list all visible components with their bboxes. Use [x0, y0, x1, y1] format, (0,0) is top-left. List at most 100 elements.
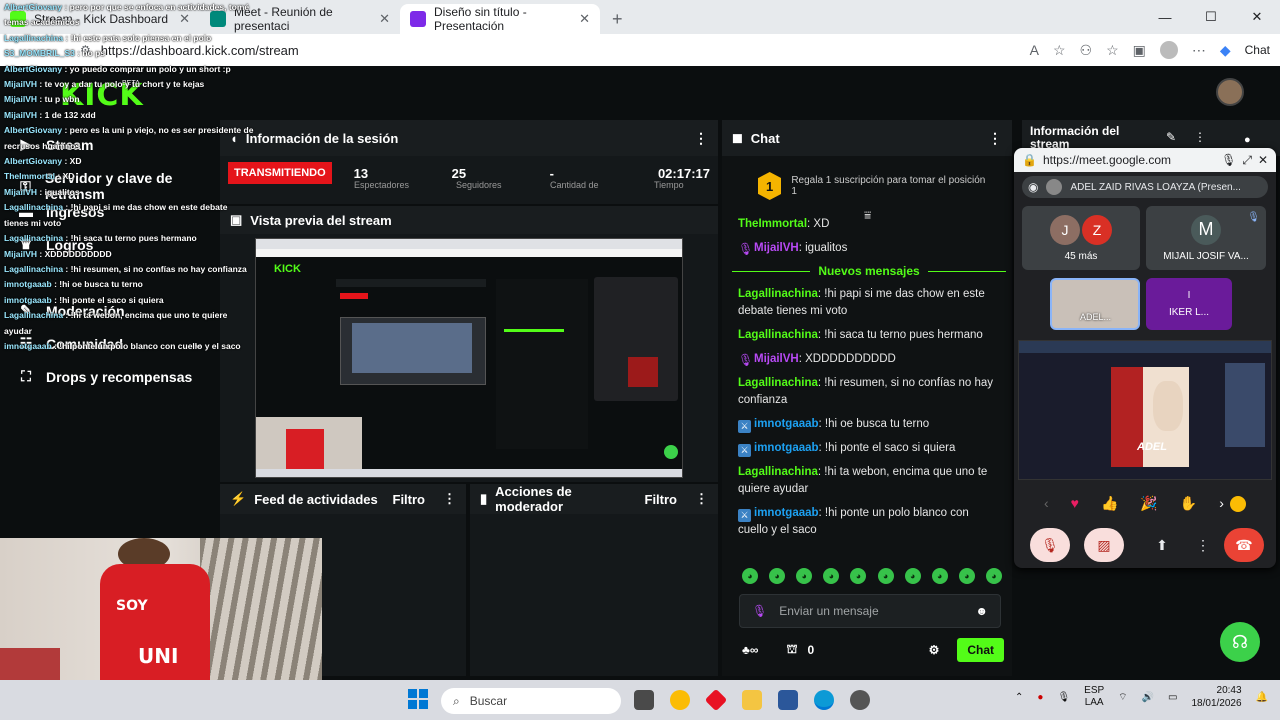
clap-reaction-icon[interactable]: ✋: [1180, 495, 1197, 512]
chat-input-placeholder: Enviar un mensaje: [779, 604, 879, 618]
volume-icon[interactable]: 🔊: [1142, 692, 1154, 703]
heart-reaction-icon[interactable]: ♥: [1071, 495, 1079, 511]
gift-sub-leaderboard[interactable]: 1 Regala 1 suscripción para tomar el pos…: [758, 164, 988, 208]
raise-hand-icon[interactable]: [1230, 496, 1246, 512]
new-tab-button[interactable]: +: [600, 4, 635, 34]
copilot-icon[interactable]: ◆: [1220, 42, 1231, 59]
edit-icon[interactable]: ✎: [1166, 130, 1176, 144]
channel-points-icon[interactable]: ♣∞: [742, 643, 758, 657]
notifications-icon[interactable]: 🔔: [1256, 692, 1268, 703]
emote-icon[interactable]: ◕: [985, 568, 1002, 584]
more-participants-tile[interactable]: J Z 45 más: [1022, 206, 1140, 270]
more-options-icon[interactable]: ⋮: [988, 130, 1002, 147]
maximize-icon[interactable]: ☐: [1188, 9, 1234, 25]
presenter-bar[interactable]: ◉ ADEL ZAID RIVAS LOAYZA (Presen...: [1022, 176, 1268, 198]
widgets-icon[interactable]: [670, 690, 690, 710]
chat-username[interactable]: Lagallinachina: [738, 377, 818, 389]
emote-icon[interactable]: ◕: [877, 568, 894, 584]
more-options-icon[interactable]: ⋮: [1194, 130, 1206, 144]
emote-icon[interactable]: ◕: [850, 568, 867, 584]
close-tab-icon[interactable]: ✕: [579, 11, 590, 27]
chevron-up-icon[interactable]: ⌃: [1015, 692, 1023, 703]
collections-icon[interactable]: ▣: [1133, 42, 1146, 59]
emote-icon[interactable]: ◕: [904, 568, 921, 584]
participant-name: ADEL...: [1080, 312, 1112, 322]
chevron-right-icon[interactable]: ›: [1219, 495, 1224, 511]
wifi-icon[interactable]: ⌔: [1118, 691, 1127, 704]
bolt-icon: ⚡: [230, 491, 247, 506]
extensions-icon[interactable]: ⚇: [1080, 42, 1093, 59]
stream-preview-video[interactable]: KICK: [255, 238, 683, 478]
more-options-icon[interactable]: ⋮: [1196, 528, 1210, 562]
emote-icon[interactable]: ◕: [796, 568, 813, 584]
emote-icon[interactable]: ◕: [742, 568, 758, 584]
chat-settings-icon[interactable]: ⚙: [929, 643, 940, 657]
chat-input[interactable]: 🎙 Enviar un mensaje ☻: [739, 594, 1001, 628]
edge-icon[interactable]: [814, 690, 834, 710]
filter-button[interactable]: Filtro: [645, 492, 678, 507]
file-explorer-icon[interactable]: [742, 690, 762, 710]
overlay-username: Lagallinachina: [4, 310, 64, 321]
mic-badge-icon: 🎙: [738, 353, 754, 367]
antivirus-icon[interactable]: ●: [1037, 692, 1043, 703]
windows-start-icon[interactable]: [408, 689, 428, 709]
participant-tile-mijail[interactable]: M MIJAIL JOSIF VA... 🎙: [1146, 206, 1266, 270]
profile-avatar[interactable]: [1159, 41, 1178, 59]
favorite-star-icon[interactable]: ☆: [1053, 42, 1066, 59]
chat-username[interactable]: MijailVH: [754, 353, 799, 365]
chat-username[interactable]: Lagallinachina: [738, 329, 818, 341]
present-button[interactable]: ⬆: [1142, 528, 1182, 562]
leave-call-button[interactable]: ☎: [1224, 528, 1264, 562]
participant-tile-iker[interactable]: I IKER L...: [1146, 278, 1232, 330]
mic-icon[interactable]: 🎙: [1057, 692, 1070, 703]
camera-off-button[interactable]: ▨: [1084, 528, 1124, 562]
settings-app-icon[interactable]: [850, 690, 870, 710]
send-chat-button[interactable]: Chat: [957, 638, 1004, 662]
close-tab-icon[interactable]: ✕: [379, 11, 390, 27]
read-aloud-icon[interactable]: A: [1030, 42, 1039, 58]
mic-off-button[interactable]: 🎙: [1030, 528, 1070, 562]
minimize-icon[interactable]: —: [1142, 10, 1188, 25]
sidebar-item-drops[interactable]: ⛶ Drops y recompensas: [18, 368, 192, 385]
thumbs-up-reaction-icon[interactable]: 👍: [1101, 495, 1118, 512]
chat-username[interactable]: Lagallinachina: [738, 466, 818, 478]
user-avatar[interactable]: [1216, 78, 1244, 106]
more-options-icon[interactable]: ⋮: [443, 491, 456, 507]
language-indicator[interactable]: ESP LAA: [1084, 685, 1104, 709]
chat-message: 🎙MijailVH: igualitos: [738, 240, 1000, 257]
presenter-name: ADEL ZAID RIVAS LOAYZA (Presen...: [1070, 181, 1241, 193]
filter-button[interactable]: Filtro: [393, 492, 426, 507]
taskbar-search[interactable]: ⌕ Buscar: [441, 688, 621, 714]
copilot-chat-button[interactable]: Chat: [1245, 43, 1270, 57]
chevron-left-icon[interactable]: ‹: [1044, 495, 1049, 511]
headset-support-icon[interactable]: ☊: [1220, 622, 1260, 662]
more-options-icon[interactable]: ⋮: [695, 491, 708, 507]
participant-tile-adel[interactable]: ADEL...: [1050, 278, 1140, 330]
expand-icon[interactable]: ⤢: [1242, 153, 1252, 168]
emote-icon[interactable]: ◕: [958, 568, 975, 584]
favorites-icon[interactable]: ☆: [1106, 42, 1119, 59]
emote-icon[interactable]: ◕: [931, 568, 948, 584]
party-reaction-icon[interactable]: 🎉: [1140, 495, 1157, 512]
more-menu-icon[interactable]: ⋯: [1192, 42, 1206, 59]
task-view-icon[interactable]: [634, 690, 654, 710]
emote-icon[interactable]: ◕: [769, 568, 786, 584]
mic-icon[interactable]: 🎙: [1221, 153, 1236, 167]
clock[interactable]: 20:43 18/01/2026: [1191, 684, 1241, 710]
chat-username[interactable]: imnotgaaab: [754, 418, 819, 430]
info-icon[interactable]: ●: [1244, 134, 1251, 146]
more-options-icon[interactable]: ⋮: [694, 130, 708, 147]
emoji-picker-icon[interactable]: ☻: [975, 604, 988, 618]
store-icon[interactable]: [778, 690, 798, 710]
chat-username[interactable]: Lagallinachina: [738, 288, 818, 300]
gift-icon[interactable]: ⛫: [786, 642, 797, 658]
close-icon[interactable]: ✕: [1258, 153, 1268, 167]
emote-icon[interactable]: ◕: [823, 568, 840, 584]
chat-username[interactable]: imnotgaaab: [754, 442, 819, 454]
close-window-icon[interactable]: ✕: [1234, 9, 1280, 25]
chat-username[interactable]: imnotgaaab: [754, 507, 819, 519]
battery-icon[interactable]: ▭: [1168, 692, 1177, 703]
chat-username[interactable]: TheImmortal: [738, 218, 807, 230]
tab-canva[interactable]: Diseño sin título - Presentación ✕: [400, 4, 600, 34]
chat-username[interactable]: MijailVH: [754, 242, 799, 254]
